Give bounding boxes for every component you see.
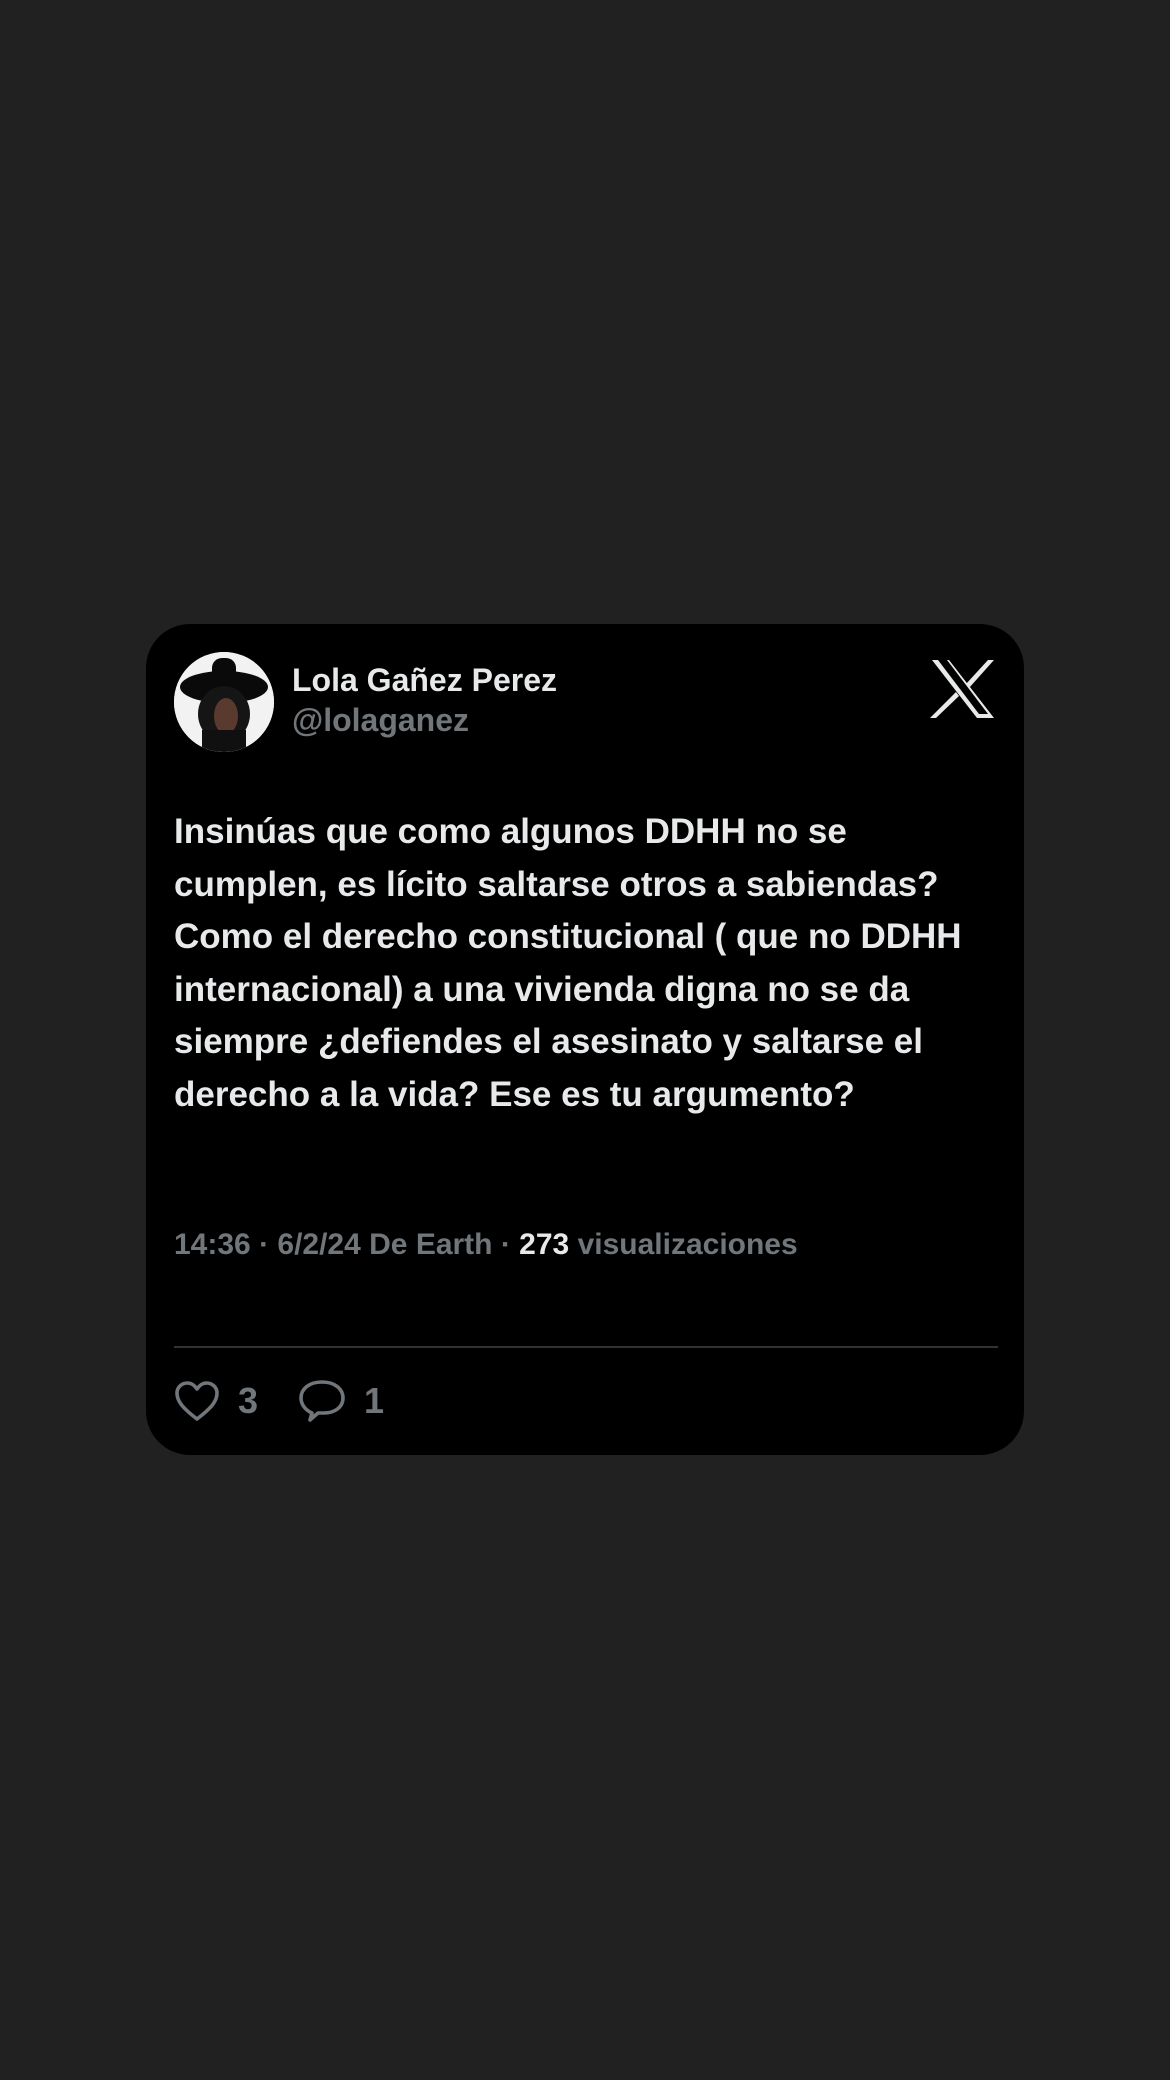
divider [174, 1346, 998, 1348]
like-button[interactable]: 3 [174, 1380, 258, 1422]
timestamp-source: 14:36 · 6/2/24 De Earth · [174, 1228, 520, 1261]
comment-icon [299, 1380, 345, 1422]
reply-button[interactable]: 1 [298, 1379, 384, 1423]
like-count: 3 [238, 1380, 259, 1421]
tweet-metadata: 14:36 · 6/2/24 De Earth · 273 visualizac… [174, 1228, 798, 1262]
avatar-image [174, 652, 274, 752]
reply-count: 1 [364, 1380, 385, 1421]
tweet-text: Insinúas que como algunos DDHH no se cum… [174, 812, 962, 1114]
x-logo-icon[interactable] [930, 658, 996, 720]
heart-icon [175, 1381, 219, 1421]
author-handle[interactable]: @lolaganez [292, 702, 469, 739]
action-bar: 3 1 [174, 1376, 424, 1426]
author-name[interactable]: Lola Gañez Perez [292, 662, 557, 699]
views-count: 273 [519, 1228, 570, 1261]
tweet-card[interactable]: Lola Gañez Perez @lolaganez Insinúas que… [146, 624, 1024, 1455]
views-label: visualizaciones [569, 1228, 798, 1261]
avatar[interactable] [174, 652, 274, 752]
